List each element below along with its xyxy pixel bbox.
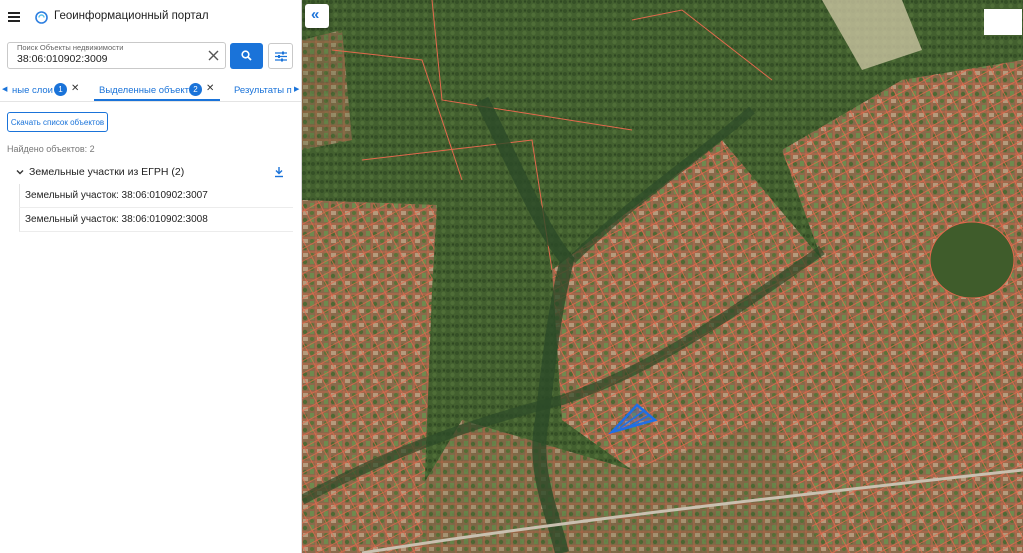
sliders-icon [275,51,287,62]
search-label: Поиск Объекты недвижимости [17,43,124,52]
chevron-down-icon[interactable] [16,168,24,176]
portal-logo-icon [35,11,48,24]
download-icon[interactable] [274,166,284,178]
tab-results-label: Результаты п [234,85,292,96]
clear-search-icon[interactable] [207,49,220,62]
side-panel: Геоинформационный портал Поиск Объекты н… [0,0,302,553]
found-count: Найдено объектов: 2 [7,144,95,154]
map-view[interactable] [302,0,1023,553]
group-title: Земельные участки из ЕГРН (2) [29,166,185,178]
search-input[interactable] [17,52,197,66]
hamburger-menu-icon[interactable] [8,12,20,22]
app-title: Геоинформационный портал [54,10,209,22]
app-root: Геоинформационный портал Поиск Объекты н… [0,0,1023,553]
list-item-label: Земельный участок: 38:06:010902:3007 [25,190,208,201]
list-item-label: Земельный участок: 38:06:010902:3008 [25,214,208,225]
list-item[interactable]: Земельный участок: 38:06:010902:3008 [19,208,293,232]
tab-selected-badge: 2 [189,83,202,96]
tab-search-results[interactable]: Результаты п [234,79,292,101]
tab-selected-label: Выделенные объекты [99,85,196,96]
tab-selected-close-icon[interactable]: ✕ [206,83,214,94]
tab-layers-badge: 1 [54,83,67,96]
tab-bar: ◀ ные слои 1 ✕ Выделенные объекты 2 ✕ Ре… [0,79,301,102]
map-control-box[interactable] [984,9,1022,35]
top-bar: Геоинформационный портал [0,0,301,36]
tab-scroll-left-icon[interactable]: ◀ [2,85,7,93]
result-group-header[interactable]: Земельные участки из ЕГРН (2) [16,166,290,180]
download-list-button[interactable]: Скачать список объектов [7,112,108,132]
search-icon [241,50,252,61]
filter-settings-button[interactable] [268,43,293,69]
result-list: Земельный участок: 38:06:010902:3007 Зем… [19,184,293,232]
collapse-panel-button[interactable]: « [305,4,329,28]
tab-layers-label: ные слои [12,85,53,96]
tab-layers-close-icon[interactable]: ✕ [71,83,79,94]
tab-scroll-right-icon[interactable]: ▶ [294,85,299,93]
search-field[interactable]: Поиск Объекты недвижимости [7,42,226,69]
satellite-map[interactable] [302,0,1023,553]
tab-selected-objects[interactable]: Выделенные объекты 2 ✕ [94,79,220,101]
tab-layers[interactable]: ные слои 1 ✕ [12,79,82,101]
search-button[interactable] [230,43,263,69]
double-chevron-left-icon: « [311,6,320,23]
list-item[interactable]: Земельный участок: 38:06:010902:3007 [19,184,293,208]
